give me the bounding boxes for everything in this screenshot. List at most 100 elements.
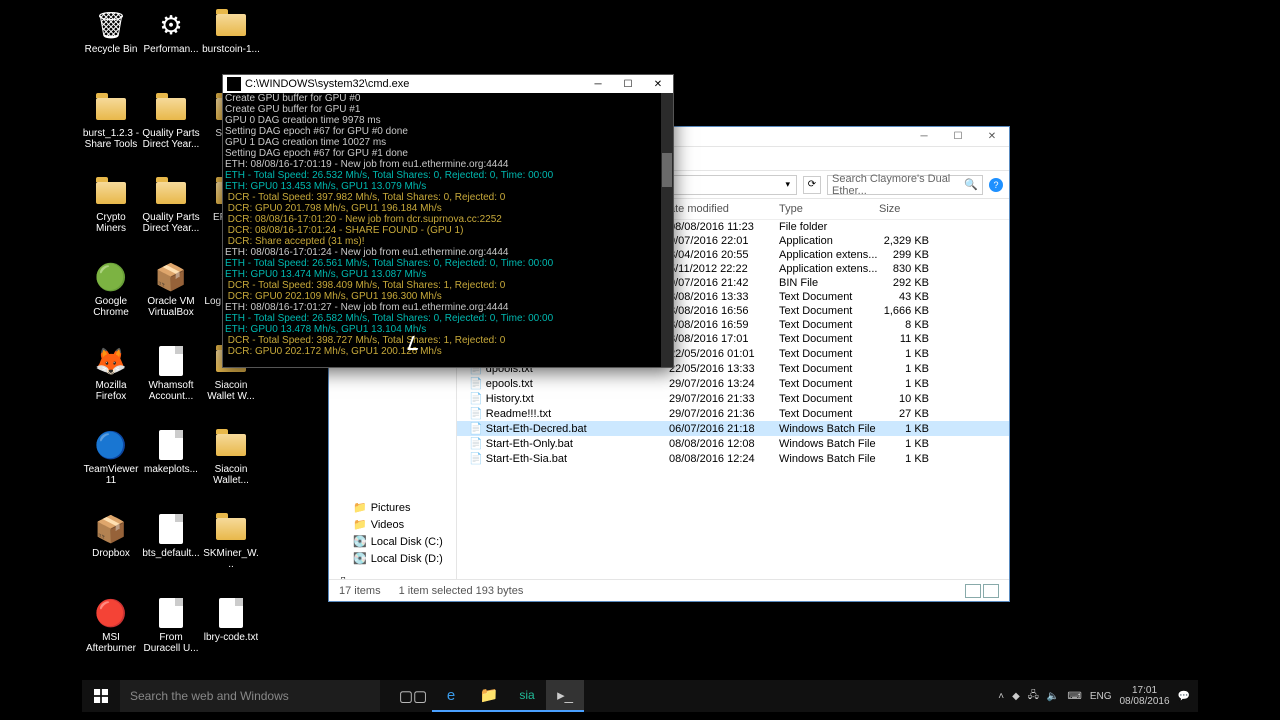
desktop-icon-label: bts_default... (142, 548, 199, 559)
desktop-icon-label: Mozilla Firefox (82, 380, 140, 402)
desktop-icon-label: lbry-code.txt (204, 632, 258, 643)
maximize-button[interactable]: ☐ (941, 127, 975, 147)
desktop-icon-label: Dropbox (92, 548, 130, 559)
desktop-icon-label: SKMiner_W... (202, 548, 260, 570)
dropbox-icon: 📦 (94, 512, 128, 546)
table-row[interactable]: 📄 epools.txt29/07/2016 13:24Text Documen… (457, 376, 1009, 391)
tray-chevron-icon[interactable]: ˄ (998, 691, 1004, 702)
desktop-icon-label: Quality Parts Direct Year... (142, 128, 200, 150)
scrollbar-thumb[interactable] (662, 153, 672, 187)
desktop-icon[interactable]: Siacoin Wallet... (202, 428, 260, 512)
cmd-scrollbar[interactable] (661, 93, 673, 367)
desktop-icon[interactable]: 🔴MSI Afterburner (82, 596, 140, 680)
maximize-button[interactable]: ☐ (613, 75, 643, 93)
desktop-icon[interactable]: 🦊Mozilla Firefox (82, 344, 140, 428)
desktop-icon-label: Crypto Miners (82, 212, 140, 234)
file-icon (154, 512, 188, 546)
explorer-search[interactable]: Search Claymore's Dual Ether... 🔍 (827, 175, 983, 195)
desktop-icon-label: Siacoin Wallet W... (202, 380, 260, 402)
volume-icon[interactable]: 🔈 (1047, 691, 1059, 702)
desktop-icon[interactable]: 🟢Google Chrome (82, 260, 140, 344)
desktop-icon[interactable]: Crypto Miners (82, 176, 140, 260)
desktop-icon[interactable]: 📦 Dropbox (82, 512, 140, 596)
taskview-button[interactable]: ▢▢ (394, 680, 432, 712)
col-size[interactable]: Size (879, 203, 939, 215)
folder-icon (214, 512, 248, 546)
taskbar-cmd[interactable]: ▸_ (546, 680, 584, 712)
desktop-icon-label: burst_1.2.3 - Share Tools (82, 128, 140, 150)
view-icons-button[interactable] (983, 584, 999, 598)
desktop-icon-label: Whamsoft Account... (142, 380, 200, 402)
desktop-icon-label: Google Chrome (82, 296, 140, 318)
table-row[interactable]: 📄 Start-Eth-Decred.bat06/07/2016 21:18Wi… (457, 421, 1009, 436)
search-icon: 🔍 (964, 178, 978, 191)
tray-app-icon[interactable]: ◆ (1012, 691, 1020, 702)
refresh-button[interactable]: ⟳ (803, 176, 821, 194)
firefox-icon: 🦊 (94, 344, 128, 378)
cmd-titlebar[interactable]: C:\WINDOWS\system32\cmd.exe ─ ☐ ✕ (223, 75, 673, 93)
desktop-icon-label: TeamViewer 11 (82, 464, 140, 486)
folder-icon (154, 92, 188, 126)
msi-icon: 🔴 (94, 596, 128, 630)
taskbar[interactable]: Search the web and Windows ▢▢ e 📁 sia ▸_… (82, 680, 1198, 712)
minimize-button[interactable]: ─ (907, 127, 941, 147)
taskbar-clock[interactable]: 17:01 08/08/2016 (1119, 685, 1169, 707)
table-row[interactable]: 📄 Readme!!!.txt29/07/2016 21:36Text Docu… (457, 406, 1009, 421)
network-icon[interactable]: 🖧 (1028, 688, 1039, 705)
desktop-icon[interactable]: SKMiner_W... (202, 512, 260, 596)
system-tray[interactable]: ˄ ◆ 🖧 🔈 ⌨ ENG 17:01 08/08/2016 💬 (990, 685, 1198, 707)
notifications-icon[interactable]: 💬 (1178, 691, 1190, 702)
nav-item[interactable]: 📁Pictures (329, 499, 456, 516)
nav-item[interactable]: 💽Local Disk (C:) (329, 533, 456, 550)
taskbar-search[interactable]: Search the web and Windows (120, 680, 380, 712)
desktop-icon[interactable]: ⚙ Performan... (142, 8, 200, 92)
input-icon[interactable]: ⌨ (1067, 691, 1081, 702)
table-row[interactable]: 📄 Start-Eth-Sia.bat08/08/2016 12:24Windo… (457, 451, 1009, 466)
desktop-icon-label: Oracle VM VirtualBox (142, 296, 200, 318)
cmd-window[interactable]: C:\WINDOWS\system32\cmd.exe ─ ☐ ✕ Create… (222, 74, 674, 368)
file-icon (154, 428, 188, 462)
nav-item[interactable]: 💽Local Disk (D:) (329, 550, 456, 567)
desktop-icon-label: Siacoin Wallet... (202, 464, 260, 486)
taskbar-explorer[interactable]: 📁 (470, 680, 508, 712)
desktop-icon[interactable]: Quality Parts Direct Year... (142, 92, 200, 176)
help-icon[interactable]: ? (989, 178, 1003, 192)
minimize-button[interactable]: ─ (583, 75, 613, 93)
desktop-icon-label: makeplots... (144, 464, 198, 475)
table-row[interactable]: 📄 History.txt29/07/2016 21:33Text Docume… (457, 391, 1009, 406)
desktop-icon[interactable]: lbry-code.txt (202, 596, 260, 680)
file-icon (154, 344, 188, 378)
desktop-icon[interactable]: 🔵TeamViewer 11 (82, 428, 140, 512)
desktop-icon-label: Quality Parts Direct Year... (142, 212, 200, 234)
desktop-icon-label: burstcoin-1... (202, 44, 260, 55)
table-row[interactable]: 📄 Start-Eth-Only.bat08/08/2016 12:08Wind… (457, 436, 1009, 451)
desktop-icon[interactable]: makeplots... (142, 428, 200, 512)
tv-icon: 🔵 (94, 428, 128, 462)
desktop-icon-label: MSI Afterburner (82, 632, 140, 654)
cmd-title: C:\WINDOWS\system32\cmd.exe (245, 78, 409, 90)
language-indicator[interactable]: ENG (1090, 691, 1112, 702)
close-button[interactable]: ✕ (975, 127, 1009, 147)
desktop-icon[interactable]: Quality Parts Direct Year... (142, 176, 200, 260)
taskbar-sia[interactable]: sia (508, 680, 546, 712)
folder-icon (154, 176, 188, 210)
col-date[interactable]: ate modified (669, 203, 779, 215)
nav-item[interactable]: 📁Videos (329, 516, 456, 533)
app-icon: ⚙ (154, 8, 188, 42)
folder-icon (94, 92, 128, 126)
desktop-icon[interactable]: From Duracell U... (142, 596, 200, 680)
desktop-icon-label: Performan... (143, 44, 198, 55)
desktop-icon-label: Recycle Bin (85, 44, 138, 55)
desktop-icon[interactable]: Whamsoft Account... (142, 344, 200, 428)
folder-icon (214, 8, 248, 42)
view-details-button[interactable] (965, 584, 981, 598)
taskbar-edge[interactable]: e (432, 680, 470, 712)
desktop-icon[interactable]: burst_1.2.3 - Share Tools (82, 92, 140, 176)
col-type[interactable]: Type (779, 203, 879, 215)
start-button[interactable] (82, 680, 120, 712)
desktop-icon[interactable]: 📦Oracle VM VirtualBox (142, 260, 200, 344)
desktop-icon[interactable]: bts_default... (142, 512, 200, 596)
desktop-icon[interactable]: 🗑Recycle Bin (82, 8, 140, 92)
close-button[interactable]: ✕ (643, 75, 673, 93)
cmd-icon (227, 77, 241, 91)
